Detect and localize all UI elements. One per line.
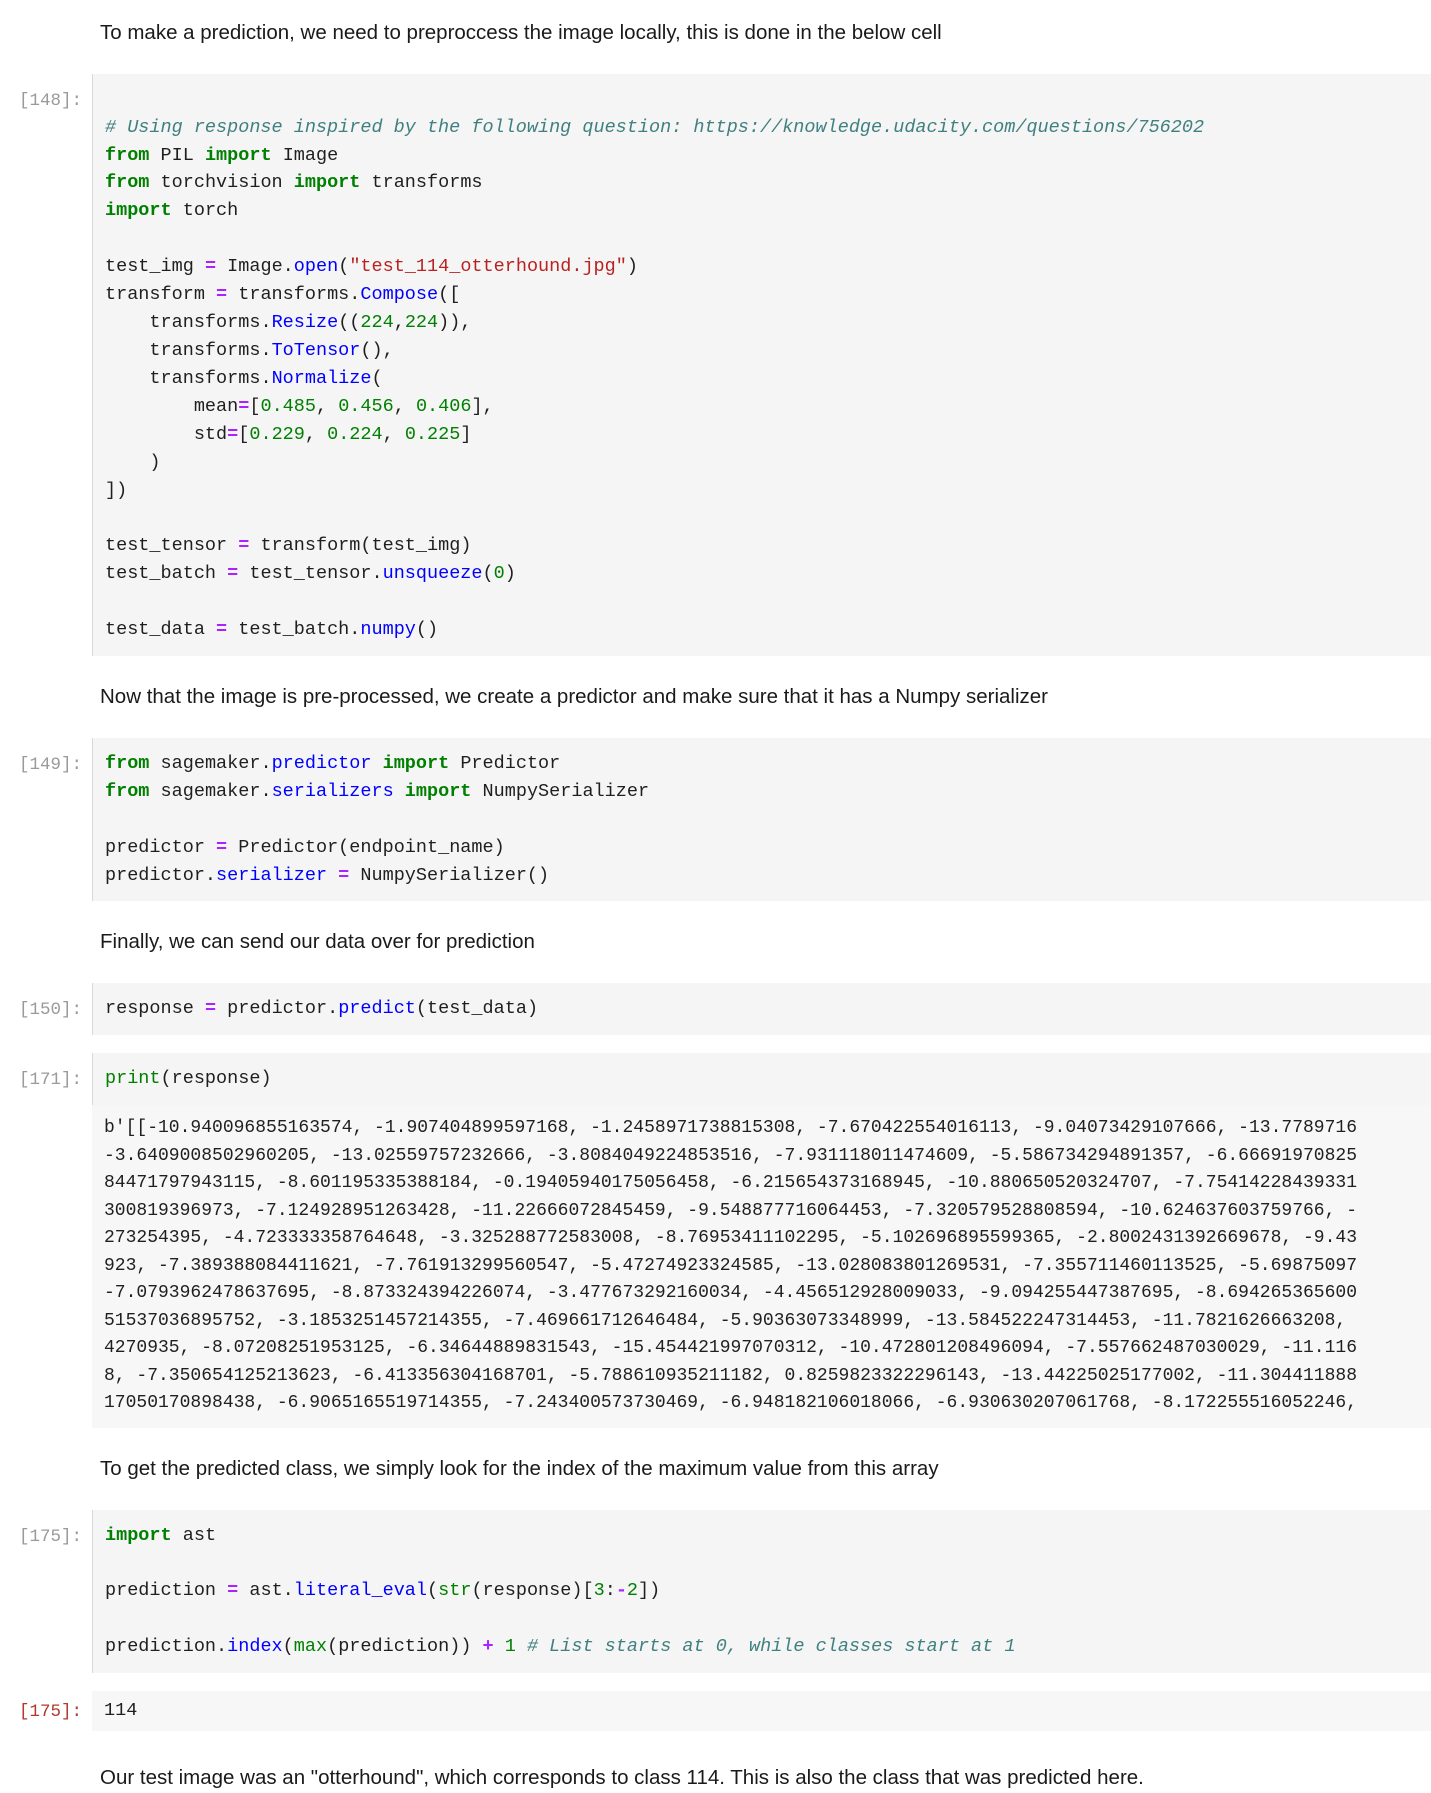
markdown-cell-argmax[interactable]: To get the predicted class, we simply lo… <box>0 1454 1431 1484</box>
gutter <box>0 18 92 48</box>
input-prompt-171: [171]: <box>18 1070 82 1091</box>
markdown-text-argmax: To get the predicted class, we simply lo… <box>100 1456 939 1480</box>
code-text-150: response = predictor.predict(test_data) <box>105 998 539 1020</box>
input-prompt-149: [149]: <box>18 754 82 775</box>
code-editor-148[interactable]: # Using response inspired by the followi… <box>92 73 1431 657</box>
gutter <box>0 682 92 712</box>
markdown-text-predictor: Now that the image is pre-processed, we … <box>100 685 1048 709</box>
output-cell-171: b'[[-10.940096855163574, -1.907404899597… <box>0 1105 1431 1428</box>
result-output-area-175: 114 <box>92 1691 1431 1731</box>
code-text-171: print(response) <box>105 1068 272 1090</box>
markdown-cell-intro[interactable]: To make a prediction, we need to preproc… <box>0 18 1431 48</box>
code-cell-149[interactable]: [149]: from sagemaker.predictor import P… <box>0 737 1431 902</box>
markdown-text-send: Finally, we can send our data over for p… <box>100 930 535 954</box>
markdown-cell-predictor[interactable]: Now that the image is pre-processed, we … <box>0 682 1431 712</box>
markdown-text-intro: To make a prediction, we need to preproc… <box>100 21 942 44</box>
jupyter-notebook: To make a prediction, we need to preproc… <box>0 0 1431 1793</box>
stream-output-area-171: b'[[-10.940096855163574, -1.907404899597… <box>92 1105 1431 1428</box>
code-editor-175[interactable]: import ast prediction = ast.literal_eval… <box>92 1509 1431 1674</box>
code-cell-148[interactable]: [148]: # Using response inspired by the … <box>0 73 1431 657</box>
input-prompt-150: [150]: <box>18 1000 82 1021</box>
code-text-149: from sagemaker.predictor import Predicto… <box>105 752 650 886</box>
input-prompt-148: [148]: <box>18 90 82 111</box>
markdown-cell-conclusion[interactable]: Our test image was an "otterhound", whic… <box>0 1763 1431 1793</box>
gutter <box>0 1763 92 1793</box>
result-output-text: 114 <box>104 1700 138 1722</box>
markdown-text-conclusion: Our test image was an "otterhound", whic… <box>100 1765 1144 1789</box>
code-cell-171[interactable]: [171]: print(response) <box>0 1053 1431 1106</box>
stream-output-text: b'[[-10.940096855163574, -1.907404899597… <box>104 1118 1358 1414</box>
code-editor-149[interactable]: from sagemaker.predictor import Predicto… <box>92 737 1431 902</box>
code-editor-171[interactable]: print(response) <box>92 1053 1431 1106</box>
gutter <box>0 927 92 957</box>
code-text-148: # Using response inspired by the followi… <box>105 116 1205 641</box>
gutter <box>0 1454 92 1484</box>
code-cell-175[interactable]: [175]: import ast prediction = ast.liter… <box>0 1509 1431 1674</box>
output-prompt-175: [175]: <box>18 1702 82 1723</box>
code-text-175: import ast prediction = ast.literal_eval… <box>105 1524 1016 1658</box>
input-prompt-175: [175]: <box>18 1526 82 1547</box>
code-editor-150[interactable]: response = predictor.predict(test_data) <box>92 983 1431 1036</box>
output-gutter-171 <box>0 1105 92 1146</box>
output-cell-175: [175]: 114 <box>0 1691 1431 1731</box>
code-cell-150[interactable]: [150]: response = predictor.predict(test… <box>0 983 1431 1036</box>
markdown-cell-send[interactable]: Finally, we can send our data over for p… <box>0 927 1431 957</box>
